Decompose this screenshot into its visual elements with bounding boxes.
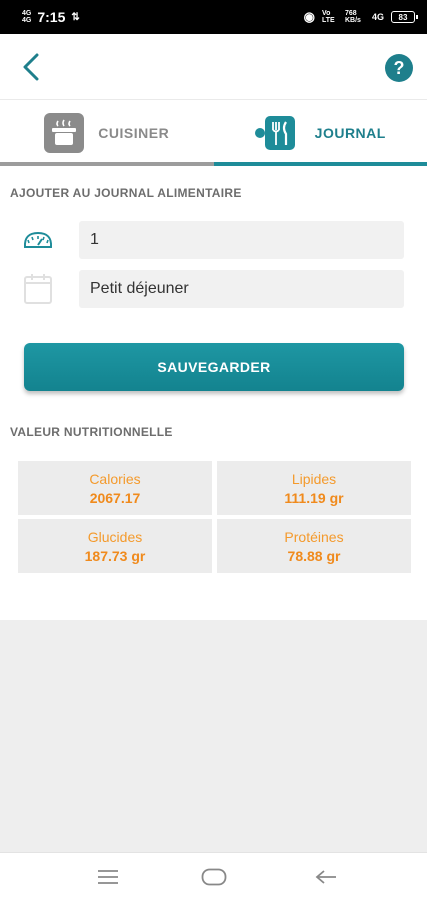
nutrition-label: Lipides: [291, 470, 337, 487]
tab-journal-indicator: [213, 162, 427, 166]
plate-cutlery-icon: [254, 113, 301, 153]
quantity-input[interactable]: 1: [79, 221, 404, 259]
nutrition-cell-lipides: Lipides 111.19 gr: [217, 461, 411, 515]
home-button[interactable]: [200, 865, 228, 889]
journal-section-title: AJOUTER AU JOURNAL ALIMENTAIRE: [10, 186, 242, 200]
status-left: 4G 4G 7:15 ⇅: [22, 9, 80, 25]
meal-select[interactable]: Petit déjeuner: [79, 270, 404, 308]
calendar-icon: [22, 274, 54, 304]
clock: 7:15: [37, 9, 66, 25]
menu-icon: [98, 870, 118, 884]
app-header: ?: [0, 34, 427, 100]
network-top: 4G: [22, 10, 32, 17]
nutrition-cell-glucides: Glucides 187.73 gr: [18, 519, 212, 573]
quantity-row: 1: [0, 221, 427, 259]
status-bar: 4G 4G 7:15 ⇅ ◉ Vo LTE 768 KB/s 4G 83: [0, 0, 427, 34]
meal-row: Petit déjeuner: [0, 270, 427, 308]
nutrition-cell-proteines: Protéines 78.88 gr: [217, 519, 411, 573]
battery-icon: 83: [391, 11, 418, 23]
system-back-button[interactable]: [314, 865, 338, 889]
network-indicator: 4G 4G: [22, 10, 31, 24]
signal-arrows-icon: ⇅: [71, 11, 80, 23]
cooking-pot-icon: [44, 113, 85, 153]
signal-label: 4G: [371, 12, 384, 22]
menu-button[interactable]: [96, 865, 120, 889]
tab-cuisiner-label: CUISINER: [98, 125, 170, 141]
nutrition-value: 111.19 gr: [284, 489, 344, 506]
scale-icon: [22, 225, 54, 255]
tab-cuisiner-indicator: [0, 162, 214, 166]
hotspot-icon: ◉: [303, 9, 315, 24]
arrow-left-icon: [315, 870, 336, 884]
network-bottom: 4G: [22, 17, 32, 24]
nutrition-label: Glucides: [87, 528, 143, 545]
nutrition-value: 2067.17: [89, 489, 141, 506]
nutrition-cell-calories: Calories 2067.17: [18, 461, 212, 515]
chevron-left-icon: [23, 53, 39, 81]
nutrition-value: 187.73 gr: [84, 547, 146, 564]
nutrition-section-title: VALEUR NUTRITIONNELLE: [10, 425, 173, 439]
tab-journal-label: JOURNAL: [314, 125, 386, 141]
battery-level: 83: [398, 12, 408, 22]
nutrition-grid: Calories 2067.17 Lipides 111.19 gr Gluci…: [18, 461, 411, 573]
nutrition-label: Calories: [89, 470, 141, 487]
help-icon: ?: [393, 57, 405, 78]
speed-label: 768 KB/s: [344, 10, 361, 24]
status-right: ◉ Vo LTE 768 KB/s 4G 83: [303, 9, 418, 25]
tab-journal[interactable]: JOURNAL: [213, 100, 427, 166]
volte-label: Vo LTE: [321, 10, 335, 24]
empty-content-area: [0, 620, 427, 852]
system-nav-bar: [0, 852, 427, 900]
nutrition-value: 78.88 gr: [287, 547, 341, 564]
home-icon: [201, 868, 227, 886]
tab-cuisiner[interactable]: CUISINER: [0, 100, 214, 166]
tab-bar: CUISINER JOURNAL: [0, 100, 427, 166]
back-button[interactable]: [16, 52, 46, 82]
nutrition-label: Protéines: [284, 528, 344, 545]
save-button[interactable]: SAUVEGARDER: [24, 343, 404, 391]
help-button[interactable]: ?: [385, 54, 413, 82]
